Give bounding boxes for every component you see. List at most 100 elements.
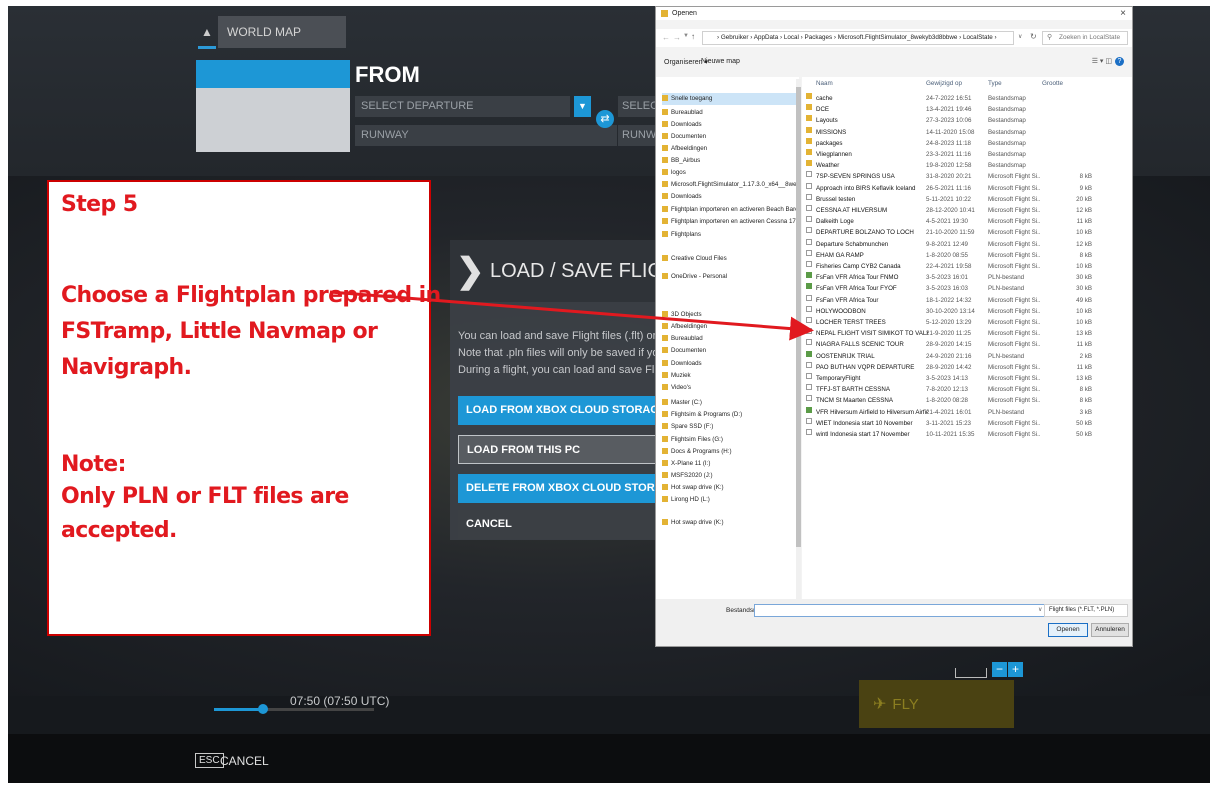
nav-item[interactable]: Flightplan importeren en activeren Cessn… <box>662 216 798 228</box>
nav-item[interactable]: BB_Airbus <box>662 155 798 167</box>
arrival-runway-select[interactable]: RUNWA <box>618 125 658 146</box>
nav-item[interactable]: Downloads <box>662 191 798 203</box>
file-row[interactable]: CESSNA AT HILVERSUM 28-12-2020 10:41 Micro… <box>802 205 1132 217</box>
aircraft-panel[interactable] <box>196 60 350 152</box>
forward-arrow-icon[interactable]: → <box>673 33 681 42</box>
nav-item[interactable]: Afbeeldingen <box>662 143 798 155</box>
nav-item[interactable]: Downloads <box>662 358 798 370</box>
chevron-down-icon[interactable]: ∨ <box>1018 33 1022 40</box>
nav-item[interactable]: logos <box>662 167 798 179</box>
nav-item[interactable]: Flightsim Files (G:) <box>662 434 798 446</box>
fly-button[interactable]: ✈ FLY <box>859 680 1014 728</box>
search-input[interactable]: Zoeken in LocalState <box>1042 31 1128 45</box>
world-map-tab[interactable]: WORLD MAP <box>218 16 346 48</box>
file-row[interactable]: wintl Indonesia start 17 November 10-11-2… <box>802 429 1132 441</box>
back-arrow-icon[interactable]: ← <box>662 33 670 42</box>
file-row[interactable]: FsFan VFR Africa Tour 18-1-2022 14:32 Micr… <box>802 294 1132 307</box>
file-row[interactable]: NEPAL FLIGHT VISIT SIMIKOT TO VALK L...2… <box>802 328 1132 340</box>
arrival-select[interactable]: SELECT <box>618 96 658 117</box>
nav-item[interactable]: Downloads <box>662 119 798 131</box>
up-arrow-icon[interactable]: ↑ <box>691 32 695 41</box>
file-row[interactable]: Layouts 27-3-2023 10:06 Bestandsmap <box>802 115 1132 127</box>
chevron-down-icon[interactable]: ▼ <box>574 96 591 117</box>
nav-item[interactable]: Snelle toegang <box>662 93 798 105</box>
close-icon[interactable]: × <box>1120 8 1126 19</box>
address-bar[interactable]: › Gebruiker › AppData › Local › Packages… <box>702 31 1014 45</box>
nav-item[interactable]: Creative Cloud Files <box>662 253 798 265</box>
cancel-dialog-button[interactable]: Annuleren <box>1091 623 1129 637</box>
esc-cancel-label[interactable]: CANCEL <box>220 754 269 768</box>
nav-item[interactable]: Bureaublad <box>662 333 798 345</box>
file-row[interactable]: Departure Schabmunchen 9-8-2021 12:49 Micr… <box>802 238 1132 251</box>
nav-item[interactable]: Afbeeldingen <box>662 321 798 333</box>
nav-item[interactable]: Documenten <box>662 345 798 357</box>
nav-item[interactable]: 3D Objects <box>662 309 798 321</box>
nav-item[interactable]: Hot swap drive (K:) <box>662 482 798 494</box>
runway-select[interactable]: RUNWAY <box>355 125 617 146</box>
nav-item[interactable]: Microsoft.FlightSimulator_1.17.3.0_x64__… <box>662 179 798 191</box>
file-row[interactable]: Fisheries Camp CYB2 Canada 22-4-2021 19:5… <box>802 261 1132 273</box>
file-row[interactable]: DEPARTURE BOLZANO TO LOCH 21-10-2020 11:5… <box>802 227 1132 239</box>
file-row[interactable]: DCE 13-4-2021 19:46 Bestandsmap <box>802 104 1132 116</box>
nav-item[interactable]: MSFS2020 (J:) <box>662 470 798 482</box>
load-pc-button[interactable]: LOAD FROM THIS PC <box>458 435 660 464</box>
departure-select[interactable]: SELECT DEPARTURE <box>355 96 570 117</box>
file-row[interactable]: TFFJ-ST BARTH CESSNA 7-8-2020 12:13 Micros… <box>802 384 1132 396</box>
filename-input[interactable] <box>754 604 1046 617</box>
file-row[interactable]: Brussel testen 5-11-2021 10:22 Microsoft F… <box>802 193 1132 206</box>
time-slider-handle[interactable] <box>258 704 268 714</box>
load-xbox-button[interactable]: LOAD FROM XBOX CLOUD STORAGE <box>458 396 660 425</box>
help-icon[interactable]: ? <box>1115 57 1124 66</box>
file-row[interactable]: EHAM GA RAMP 1-8-2020 08:55 Microsoft Flig… <box>802 249 1132 262</box>
column-header-name[interactable]: Naam <box>816 80 833 87</box>
column-header-date[interactable]: Gewijzigd op <box>926 80 962 87</box>
plus-icon[interactable]: + <box>1008 662 1023 677</box>
scrollbar-thumb[interactable] <box>796 87 801 547</box>
file-row[interactable]: WIET Indonesia start 10 November 3-11-202… <box>802 417 1132 430</box>
column-header-size[interactable]: Grootte <box>1042 80 1063 87</box>
time-slider[interactable] <box>214 704 374 714</box>
nav-item[interactable]: Video's <box>662 382 798 394</box>
nav-item[interactable]: OneDrive - Personal <box>662 271 798 283</box>
refresh-icon[interactable]: ↻ <box>1030 32 1037 41</box>
file-row[interactable]: cache 24-7-2022 16:51 Bestandsmap <box>802 93 1132 105</box>
file-type-filter[interactable]: Flight files (*.FLT, *.PLN) <box>1044 604 1128 617</box>
nav-item[interactable]: X-Plane 11 (I:) <box>662 458 798 470</box>
file-row[interactable]: MISSIONS 14-11-2020 15:08 Bestandsmap <box>802 126 1132 139</box>
file-row[interactable]: OOSTENRIJK TRIAL 24-9-2020 21:16 PLN-besta… <box>802 350 1132 363</box>
nav-item[interactable]: Docs & Programs (H:) <box>662 446 798 458</box>
file-row[interactable]: PAO BUTHAN VQPR DEPARTURE 28-9-2020 14:42… <box>802 361 1132 374</box>
open-button[interactable]: Openen <box>1048 623 1088 637</box>
file-row[interactable]: LOCHER TERST TREES 5-12-2020 13:29 Microso… <box>802 317 1132 329</box>
file-row[interactable]: HOLYWOODBON 30-10-2020 13:14 Microsoft Fli… <box>802 305 1132 318</box>
home-icon[interactable]: ▲ <box>196 19 218 49</box>
nav-item[interactable]: Spare SSD (F:) <box>662 421 798 433</box>
minus-icon[interactable]: − <box>992 662 1007 677</box>
file-row[interactable]: TNCM St Maarten CESSNA 1-8-2020 08:28 Micr… <box>802 395 1132 407</box>
nav-item[interactable]: Hot swap drive (K:) <box>662 517 798 529</box>
chevron-down-icon[interactable]: ∨ <box>1038 606 1042 613</box>
file-row[interactable]: Approach into BIRS Keflavik Iceland 26-5-… <box>802 182 1132 195</box>
navigation-scrollbar[interactable] <box>796 79 801 599</box>
chevron-down-icon[interactable]: ▼ <box>683 33 689 39</box>
file-row[interactable]: FsFan VFR Africa Tour FNMO 3-5-2023 16:01… <box>802 272 1132 284</box>
file-row[interactable]: TemporaryFlight 3-5-2023 14:13 Microsoft F… <box>802 373 1132 385</box>
file-row[interactable]: Weather 19-8-2020 12:58 Bestandsmap <box>802 160 1132 172</box>
swap-icon[interactable]: ⇄ <box>596 110 614 128</box>
nav-item[interactable]: Master (C:) <box>662 397 798 409</box>
column-header-type[interactable]: Type <box>988 80 1002 87</box>
nav-item[interactable]: Flightsim & Programs (D:) <box>662 409 798 421</box>
nav-item[interactable]: Flightplan importeren en activeren Beach… <box>662 204 798 216</box>
nav-item[interactable]: Bureaublad <box>662 107 798 119</box>
nav-item[interactable]: Documenten <box>662 131 798 143</box>
view-options-icon[interactable]: ☰ ▾ ◫ <box>1092 57 1112 65</box>
file-row[interactable]: packages 24-8-2023 11:18 Bestandsmap <box>802 137 1132 150</box>
file-row[interactable]: 7SP-SEVEN SPRINGS USA 31-8-2020 20:21 Micr… <box>802 171 1132 183</box>
new-folder-button[interactable]: Nieuwe map <box>701 58 740 65</box>
file-row[interactable]: Vliegplannen 23-3-2021 11:16 Bestandsmap <box>802 149 1132 161</box>
nav-item[interactable]: Flightplans <box>662 229 798 241</box>
nav-item[interactable]: Lirong HD (L:) <box>662 494 798 506</box>
nav-item[interactable]: Muziek <box>662 370 798 382</box>
file-row[interactable]: Dalkeith Loge 4-5-2021 19:30 Microsoft Fli… <box>802 216 1132 228</box>
file-row[interactable]: VFR Hilversum Airfield to Hilversum Airf… <box>802 406 1132 419</box>
